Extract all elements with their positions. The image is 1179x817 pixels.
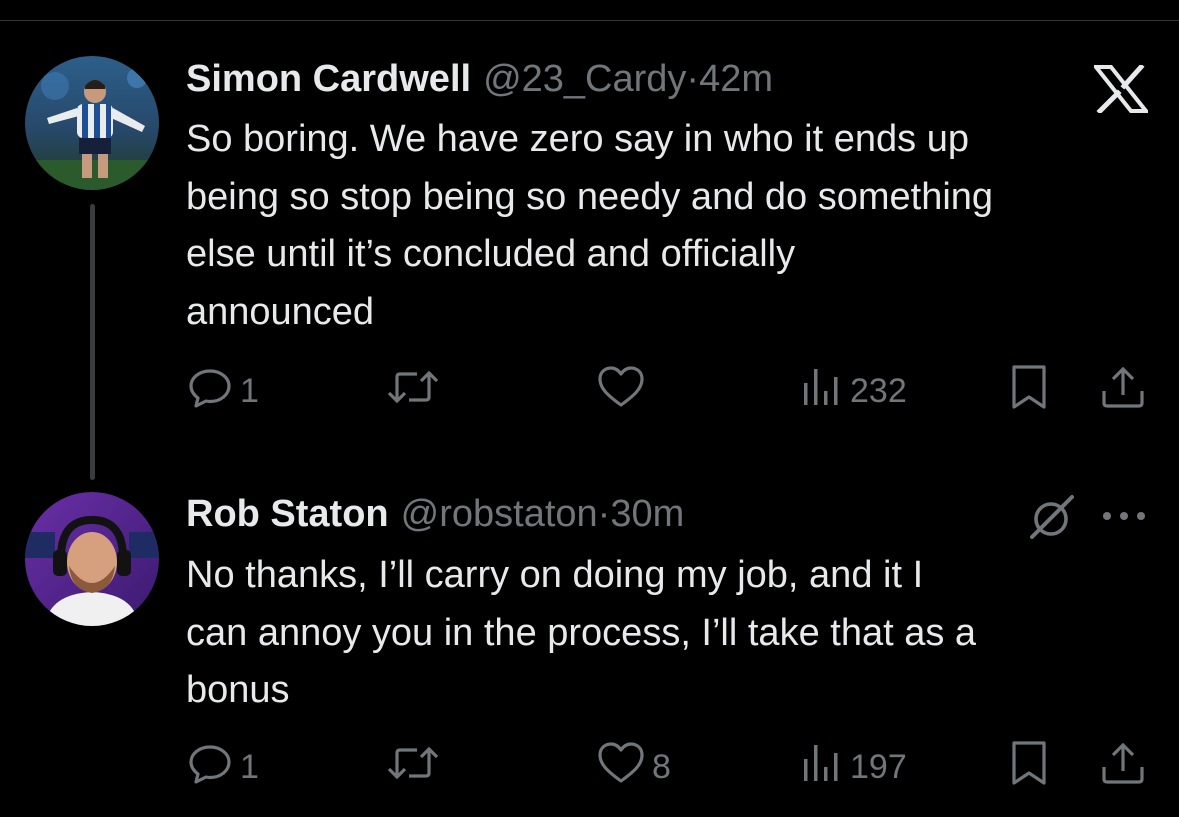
share-icon — [1098, 363, 1148, 420]
reply-icon — [186, 739, 234, 796]
share-button[interactable] — [1098, 361, 1148, 421]
reply-icon — [186, 363, 234, 420]
views-button[interactable]: 197 — [800, 737, 907, 797]
retweet-icon — [385, 363, 441, 420]
dot-separator: · — [686, 58, 700, 100]
like-button[interactable] — [596, 361, 652, 421]
author-handle[interactable]: @robstaton — [401, 493, 598, 535]
tweet-text: No thanks, I’ll carry on doing my job, a… — [186, 554, 977, 711]
author-handle[interactable]: @23_Cardy — [483, 58, 686, 100]
tweet-header: Rob Staton @robstaton·30m — [186, 491, 684, 537]
bookmark-button[interactable] — [1006, 361, 1052, 421]
views-icon — [800, 739, 844, 796]
reply-count: 1 — [240, 371, 259, 410]
share-button[interactable] — [1098, 737, 1148, 797]
post-time[interactable]: 42m — [699, 58, 773, 100]
views-count: 197 — [850, 747, 907, 786]
more-icon[interactable] — [1100, 509, 1148, 528]
tweet-actions: 1 8 197 — [186, 737, 1156, 797]
reply-button[interactable]: 1 — [186, 737, 259, 797]
avatar-simon-cardwell[interactable] — [25, 56, 159, 190]
share-icon — [1098, 739, 1148, 796]
views-icon — [800, 363, 844, 420]
author-name[interactable]: Rob Staton — [186, 493, 389, 535]
bookmark-icon — [1006, 363, 1052, 420]
author-name[interactable]: Simon Cardwell — [186, 58, 471, 100]
like-count: 8 — [652, 747, 671, 786]
like-button[interactable]: 8 — [596, 737, 671, 797]
like-icon — [596, 739, 646, 796]
bookmark-icon — [1006, 739, 1052, 796]
thread-connector-line — [90, 204, 95, 480]
tweet-actions: 1 232 — [186, 361, 1156, 421]
reply-button[interactable]: 1 — [186, 361, 259, 421]
tweet-header: Simon Cardwell @23_Cardy·42m — [186, 56, 773, 102]
retweet-button[interactable] — [385, 737, 447, 797]
like-icon — [596, 363, 646, 420]
tweet-text: So boring. We have zero say in who it en… — [186, 118, 994, 333]
bookmark-button[interactable] — [1006, 737, 1052, 797]
retweet-button[interactable] — [385, 361, 447, 421]
reply-count: 1 — [240, 747, 259, 786]
top-divider — [0, 20, 1179, 21]
views-button[interactable]: 232 — [800, 361, 907, 421]
grok-icon[interactable] — [1026, 493, 1078, 546]
dot-separator: · — [597, 493, 611, 535]
retweet-icon — [385, 739, 441, 796]
views-count: 232 — [850, 371, 907, 410]
avatar-rob-staton[interactable] — [25, 492, 159, 626]
post-time[interactable]: 30m — [610, 493, 684, 535]
